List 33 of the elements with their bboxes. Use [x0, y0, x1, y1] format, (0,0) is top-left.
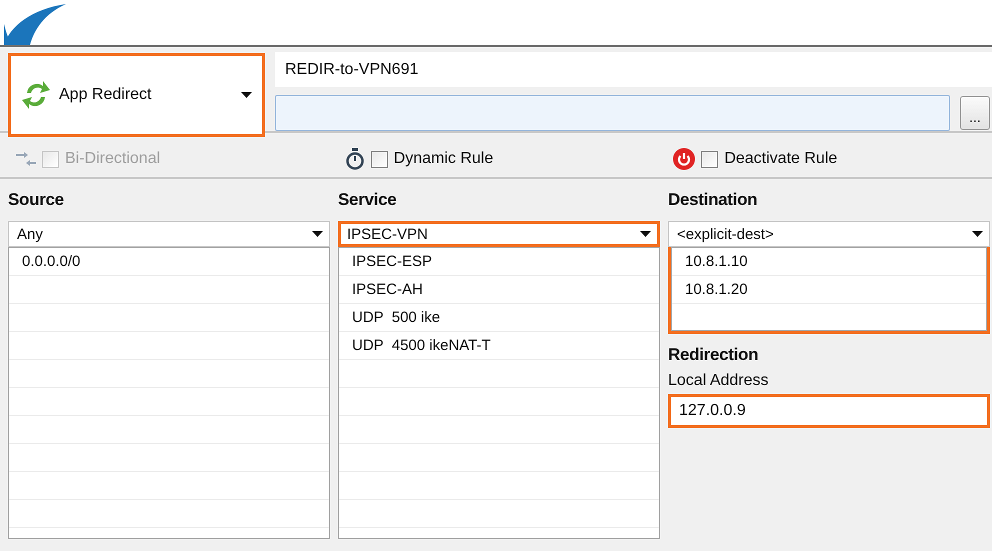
- rule-name-field[interactable]: REDIR-to-VPN691: [275, 52, 992, 87]
- description-field[interactable]: [275, 95, 950, 131]
- dropdown-caret-icon: [640, 231, 651, 237]
- section-heading: Redirection: [668, 344, 760, 366]
- dropdown[interactable]: IPSEC-VPN: [338, 221, 660, 247]
- browse-button[interactable]: ...: [960, 96, 990, 130]
- dropdown-caret-icon: [972, 231, 983, 237]
- checkbox-label: Dynamic Rule: [394, 150, 494, 168]
- dropdown[interactable]: <explicit-dest>: [668, 221, 990, 247]
- dropdown-caret-icon: [241, 92, 252, 98]
- dropdown-caret-icon: [312, 231, 323, 237]
- list-item[interactable]: IPSEC-ESP: [340, 248, 649, 276]
- dropdown[interactable]: Any: [8, 221, 330, 247]
- section-heading: Destination: [668, 189, 758, 211]
- list-item[interactable]: UDP 4500 ikeNAT-T: [340, 332, 649, 360]
- list-item[interactable]: IPSEC-AH: [340, 276, 649, 304]
- stopwatch-icon: [344, 148, 365, 170]
- section-heading: Source: [8, 189, 65, 211]
- checkbox-label: Deactivate Rule: [724, 150, 838, 168]
- power-icon: [673, 148, 696, 170]
- list-item[interactable]: 10.8.1.20: [673, 276, 976, 304]
- field-label: Local Address: [668, 372, 770, 390]
- logo-icon: [4, 4, 66, 45]
- list-item[interactable]: UDP 500 ike: [340, 304, 649, 332]
- checkbox[interactable]: [370, 150, 388, 168]
- list-item[interactable]: 0.0.0.0/0: [10, 248, 319, 276]
- list-item[interactable]: 10.8.1.10: [673, 248, 976, 276]
- local-address-field[interactable]: 127.0.0.9: [668, 394, 990, 428]
- checkbox[interactable]: [701, 150, 718, 168]
- section-heading: Service: [338, 189, 398, 211]
- rule-type-dropdown[interactable]: App Redirect: [8, 53, 265, 137]
- refresh-arrows-icon: [21, 79, 51, 111]
- checkbox-label: Bi-Directional: [65, 150, 160, 168]
